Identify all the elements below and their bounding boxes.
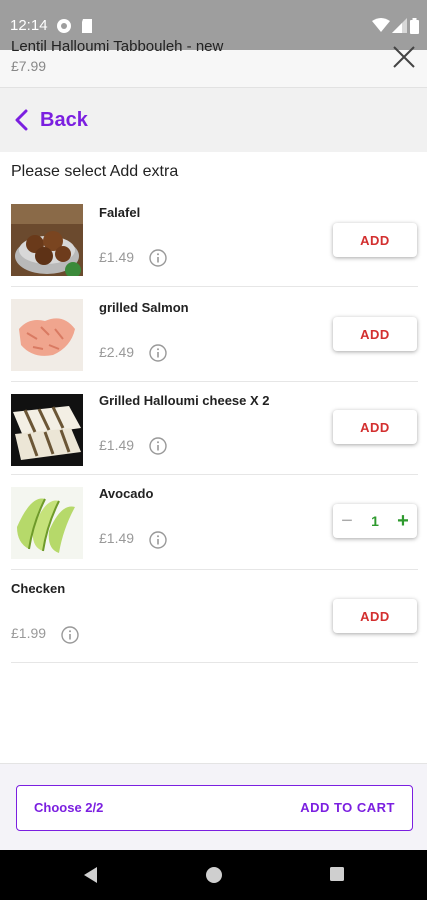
section-heading: Please select Add extra — [11, 163, 179, 180]
pocket-casts-icon — [57, 19, 71, 33]
info-icon[interactable] — [149, 437, 167, 455]
chevron-left-icon — [15, 109, 28, 131]
extra-name: Checken — [11, 581, 66, 596]
system-nav-bar — [0, 850, 427, 900]
extra-price: £1.99 — [11, 625, 47, 641]
extra-name: Avocado — [99, 486, 154, 501]
add-to-cart-button[interactable]: Choose 2/2 ADD TO CART — [16, 785, 413, 831]
plus-icon[interactable]: + — [395, 510, 411, 533]
extra-name: Falafel — [99, 205, 141, 220]
falafel-image — [11, 204, 83, 276]
sd-card-icon — [82, 19, 92, 33]
wifi-icon — [372, 18, 390, 32]
grilled-salmon-image — [11, 299, 83, 371]
minus-icon[interactable]: − — [339, 510, 355, 533]
extra-price: £2.49 — [99, 344, 135, 360]
info-icon[interactable] — [149, 249, 167, 267]
info-icon[interactable] — [61, 626, 79, 644]
add-button[interactable]: ADD — [333, 599, 417, 633]
extra-price: £1.49 — [99, 437, 135, 453]
status-time: 12:14 — [10, 17, 48, 34]
info-icon[interactable] — [149, 531, 167, 549]
extra-item-checken: Checken £1.99 ADD — [11, 570, 418, 663]
back-bar: Back — [0, 88, 427, 152]
quantity-stepper: − 1 + — [333, 504, 417, 538]
item-header: Lentil Halloumi Tabbouleh - new £7.99 — [0, 38, 427, 88]
choose-count-label: Choose 2/2 — [34, 800, 104, 815]
add-button[interactable]: ADD — [333, 317, 417, 351]
extra-price: £1.49 — [99, 530, 135, 546]
nav-home-icon[interactable] — [205, 866, 223, 884]
extra-price: £1.49 — [99, 249, 135, 265]
extra-name: Grilled Halloumi cheese X 2 — [99, 393, 270, 408]
extra-item-falafel: Falafel £1.49 ADD — [11, 192, 418, 287]
item-title: Lentil Halloumi Tabbouleh - new — [11, 38, 224, 55]
avocado-image — [11, 487, 83, 559]
nav-recents-icon[interactable] — [329, 866, 345, 882]
back-label: Back — [40, 108, 88, 131]
battery-icon — [410, 18, 419, 34]
info-icon[interactable] — [149, 344, 167, 362]
nav-back-icon[interactable] — [82, 866, 98, 884]
grilled-halloumi-image — [11, 394, 83, 466]
add-button[interactable]: ADD — [333, 223, 417, 257]
extra-item-grilled-halloumi: Grilled Halloumi cheese X 2 £1.49 ADD — [11, 382, 418, 475]
extra-name: grilled Salmon — [99, 300, 189, 315]
back-button[interactable]: Back — [14, 106, 88, 134]
add-to-cart-label: ADD TO CART — [300, 800, 395, 815]
extra-item-grilled-salmon: grilled Salmon £2.49 ADD — [11, 287, 418, 382]
signal-icon — [392, 18, 407, 33]
extra-item-avocado: Avocado £1.49 − 1 + — [11, 475, 418, 570]
close-icon[interactable] — [391, 44, 417, 70]
footer: Choose 2/2 ADD TO CART — [0, 763, 427, 850]
quantity-value: 1 — [371, 513, 379, 529]
add-button[interactable]: ADD — [333, 410, 417, 444]
item-price: £7.99 — [11, 58, 47, 74]
